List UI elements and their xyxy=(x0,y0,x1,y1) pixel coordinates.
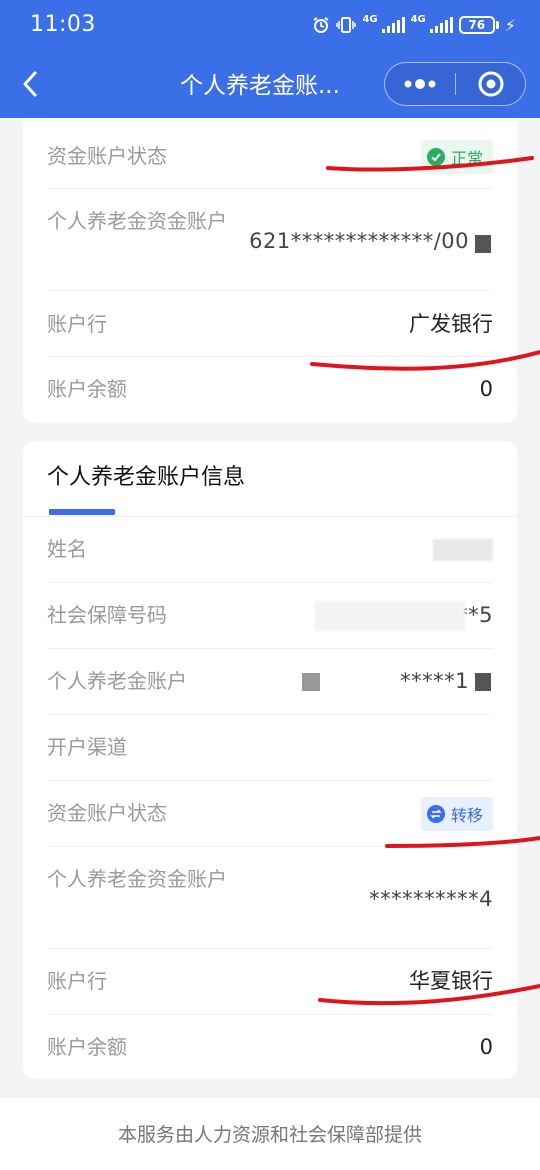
redaction-mark xyxy=(475,235,491,253)
back-button[interactable] xyxy=(10,62,50,106)
footer-provider-text: 本服务由人力资源和社会保障部提供 xyxy=(117,1124,422,1146)
charging-icon: ⚡ xyxy=(504,15,516,35)
row-label: 个人养老金资金账户 xyxy=(47,209,227,233)
row-label: 账户行 xyxy=(47,312,107,336)
status-badge-normal: 正常 xyxy=(420,140,493,174)
row-label: 社会保障号码 xyxy=(47,603,167,627)
row-name: 姓名 xyxy=(47,517,493,583)
row-pension-account: 个人养老金账户 *****1 xyxy=(47,649,493,715)
row-label: 账户余额 xyxy=(47,377,127,401)
more-button[interactable] xyxy=(385,63,455,105)
footer: 本服务由人力资源和社会保障部提供 xyxy=(0,1098,540,1170)
bank-name: 华夏银行 xyxy=(409,969,493,993)
pension-account-number: *****1 xyxy=(400,669,469,693)
row-fund-account: 个人养老金资金账户 **********4 xyxy=(47,847,493,949)
chevron-left-icon xyxy=(23,71,37,97)
alarm-icon xyxy=(313,17,329,33)
fund-account-card-1: 资金账户状态 正常 个人养老金资金账户 621*************/00 … xyxy=(23,118,517,423)
network-type-2: 4G xyxy=(410,13,426,25)
row-label: 资金账户状态 xyxy=(47,801,167,825)
signal-icon-2 xyxy=(429,17,453,33)
pension-account-info-card: 个人养老金账户信息 姓名 社会保障号码 *************5 个人养老金… xyxy=(23,441,517,1079)
top-bar: 11:03 4G 4G 76 ⚡ 个人养老金账... xyxy=(0,0,540,118)
fund-account-number: **********4 xyxy=(369,887,493,911)
target-close-icon xyxy=(478,71,503,97)
row-label: 个人养老金账户 xyxy=(47,669,187,693)
row-social-security-number: 社会保障号码 *************5 xyxy=(47,583,493,649)
row-label: 账户行 xyxy=(47,969,107,993)
redaction-mark xyxy=(315,601,465,631)
card-title: 个人养老金账户信息 xyxy=(47,465,246,490)
page-title: 个人养老金账... xyxy=(180,73,340,99)
card-header: 个人养老金账户信息 xyxy=(23,441,517,517)
title-underline xyxy=(49,509,115,515)
balance-value: 0 xyxy=(479,1035,493,1059)
network-type-1: 4G xyxy=(362,13,378,25)
transfer-icon xyxy=(426,805,445,823)
status-bar: 11:03 4G 4G 76 ⚡ xyxy=(0,0,540,52)
signal-icon-1 xyxy=(381,17,405,33)
status-icons: 4G 4G 76 ⚡ xyxy=(312,12,516,38)
redaction-mark xyxy=(433,539,493,561)
check-circle-icon xyxy=(426,148,445,166)
nav-bar: 个人养老金账... xyxy=(0,52,540,118)
bank-name: 广发银行 xyxy=(409,312,493,336)
row-bank: 账户行 华夏银行 xyxy=(47,949,493,1015)
battery-level: 76 xyxy=(458,16,495,34)
status-badge-text: 转移 xyxy=(450,806,483,825)
row-balance: 账户余额 0 xyxy=(47,1015,493,1079)
row-open-channel: 开户渠道 xyxy=(47,715,493,781)
row-balance: 账户余额 0 xyxy=(47,357,493,423)
row-fund-account: 个人养老金资金账户 621*************/00 xyxy=(47,189,493,291)
fund-account-number: 621*************/00 xyxy=(249,229,469,253)
redaction-mark xyxy=(475,673,491,691)
row-label: 账户余额 xyxy=(47,1035,127,1059)
battery-cap xyxy=(495,21,499,29)
row-label: 资金账户状态 xyxy=(47,144,167,168)
row-bank: 账户行 广发银行 xyxy=(47,291,493,357)
redaction-mark xyxy=(302,673,320,691)
vibrate-icon xyxy=(336,17,357,33)
row-label: 姓名 xyxy=(47,537,87,561)
balance-value: 0 xyxy=(479,377,493,401)
status-time: 11:03 xyxy=(30,12,96,37)
row-label: 个人养老金资金账户 xyxy=(47,867,227,891)
row-label: 开户渠道 xyxy=(47,735,127,759)
mini-program-capsule xyxy=(384,62,526,106)
status-badge-text: 正常 xyxy=(450,149,483,168)
more-dots-icon xyxy=(404,79,436,89)
row-fund-status: 资金账户状态 转移 xyxy=(47,781,493,847)
close-mini-program-button[interactable] xyxy=(456,63,525,105)
row-fund-status: 资金账户状态 正常 xyxy=(47,118,493,189)
status-badge-transfer: 转移 xyxy=(420,797,493,831)
